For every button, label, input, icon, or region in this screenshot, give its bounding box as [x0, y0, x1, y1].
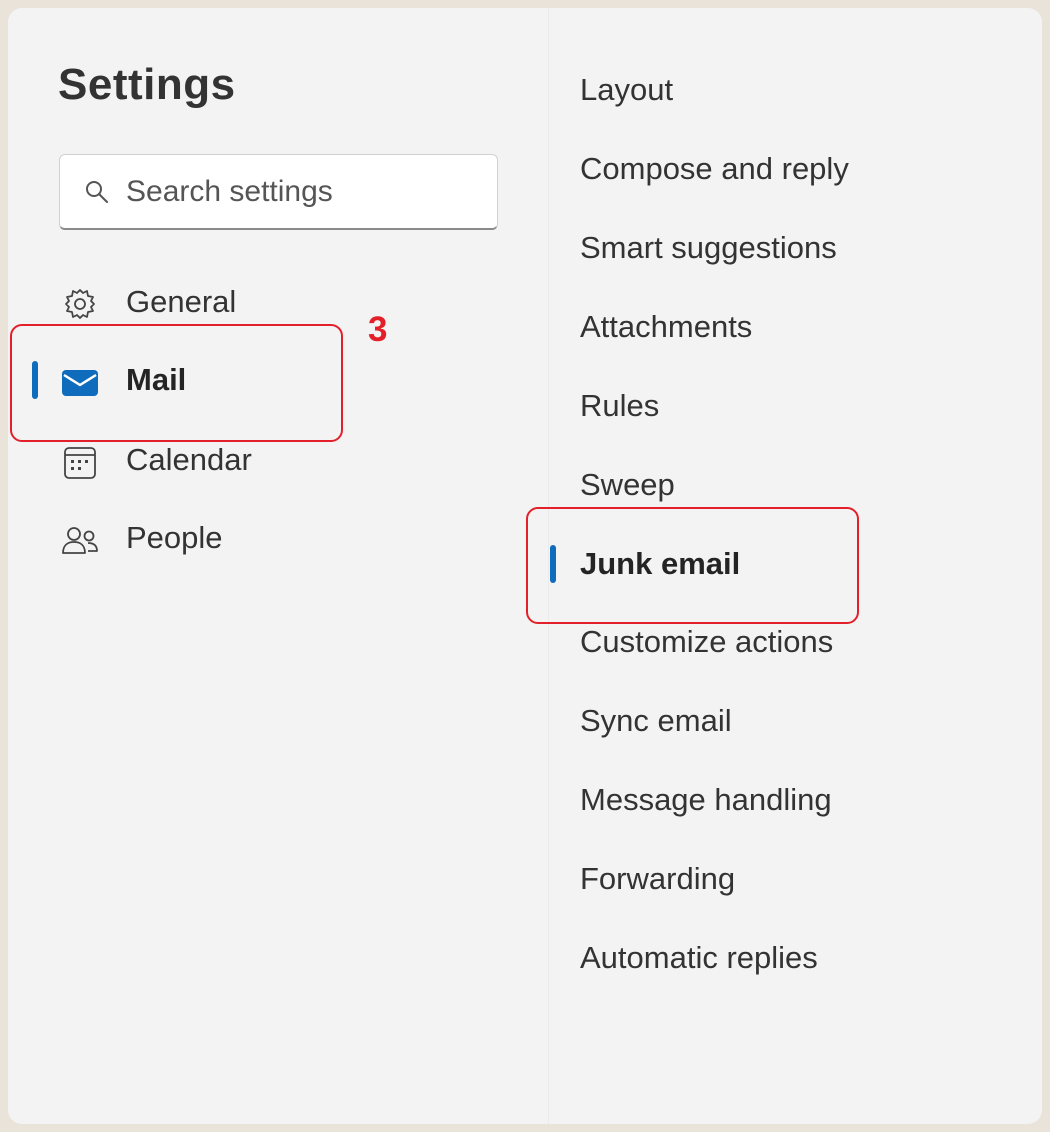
search-input[interactable] — [126, 174, 486, 209]
nav-item-label: People — [126, 520, 223, 555]
subsection-label: Message handling — [580, 782, 832, 817]
subsection-label: Rules — [580, 388, 660, 423]
subsection-forwarding[interactable]: Forwarding — [580, 849, 1020, 909]
settings-panel: Settings General Mail — [8, 8, 1042, 1124]
nav-item-general[interactable]: General — [8, 272, 528, 332]
subsection-label: Customize actions — [580, 624, 834, 659]
search-icon — [84, 179, 110, 205]
subsection-message-handling[interactable]: Message handling — [580, 770, 1020, 830]
subsection-layout[interactable]: Layout — [580, 60, 1020, 120]
subsection-label: Layout — [580, 72, 674, 107]
calendar-icon — [60, 442, 100, 482]
subsection-label: Sweep — [580, 467, 675, 502]
nav-item-label: Calendar — [126, 442, 252, 477]
subsection-attachments[interactable]: Attachments — [580, 297, 1020, 357]
step-number-label: 3 — [368, 310, 388, 349]
subsection-rules[interactable]: Rules — [580, 376, 1020, 436]
people-icon — [60, 520, 100, 560]
nav-item-label: General — [126, 284, 237, 319]
subsection-smart-suggestions[interactable]: Smart suggestions — [580, 218, 1020, 278]
page-title: Settings — [58, 60, 236, 109]
gear-icon — [60, 284, 100, 324]
nav-item-people[interactable]: People — [8, 508, 528, 568]
subsection-label: Compose and reply — [580, 151, 849, 186]
subsection-compose-and-reply[interactable]: Compose and reply — [580, 139, 1020, 199]
subsection-label: Forwarding — [580, 861, 736, 896]
subsection-automatic-replies[interactable]: Automatic replies — [580, 928, 1020, 988]
mail-highlight-box — [10, 324, 343, 442]
subsection-label: Automatic replies — [580, 940, 818, 975]
subsection-label: Smart suggestions — [580, 230, 837, 265]
subsection-label: Attachments — [580, 309, 753, 344]
junk-email-highlight-box — [526, 507, 859, 624]
subsection-sweep[interactable]: Sweep — [580, 455, 1020, 515]
subsection-label: Sync email — [580, 703, 732, 738]
subsection-sync-email[interactable]: Sync email — [580, 691, 1020, 751]
search-box[interactable] — [59, 154, 498, 230]
